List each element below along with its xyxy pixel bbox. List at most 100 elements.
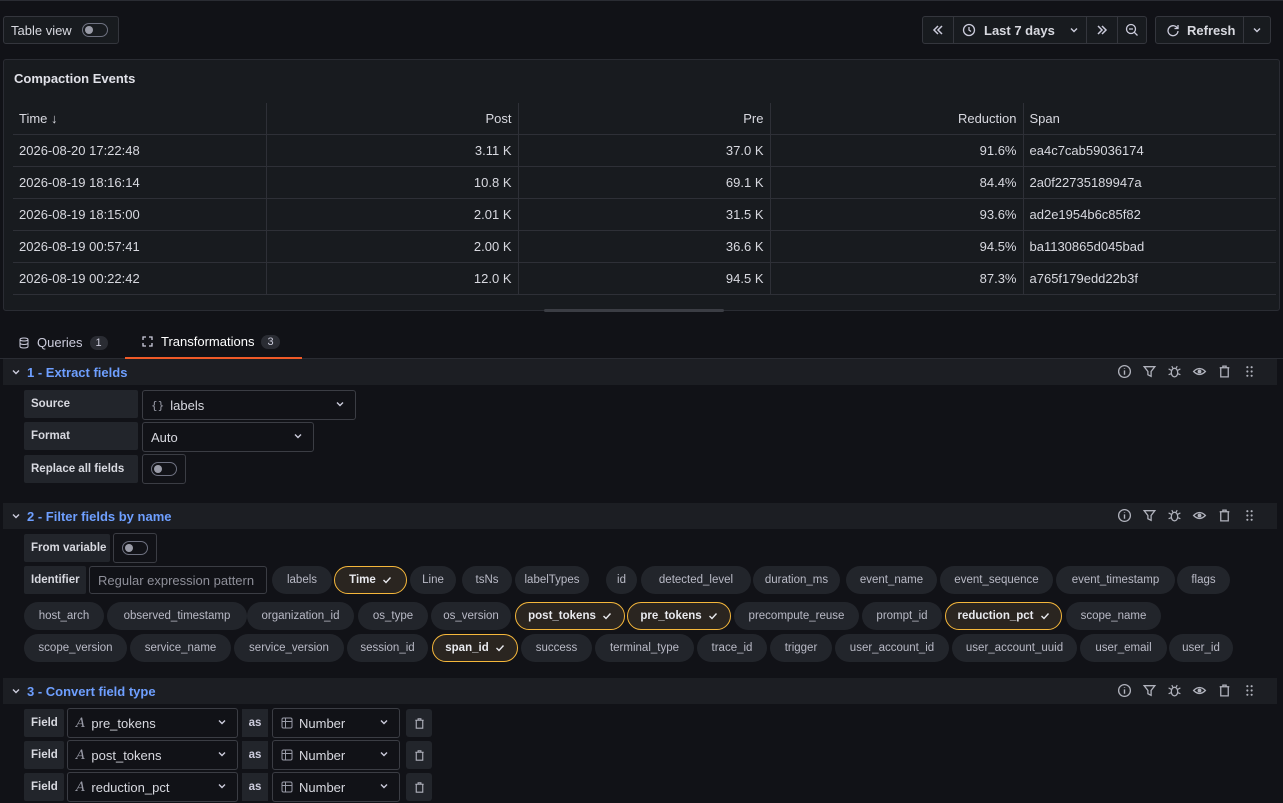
- time-back-button[interactable]: [922, 16, 954, 44]
- field-select[interactable]: Areduction_pct: [67, 772, 238, 802]
- collapse-chevron-icon[interactable]: [11, 511, 21, 521]
- bug-icon[interactable]: [1167, 364, 1182, 379]
- horizontal-scrollbar[interactable]: [544, 309, 724, 312]
- table-row[interactable]: 2026-08-19 00:22:42 12.0 K 94.5 K 87.3% a765…: [13, 262, 1276, 295]
- filter-icon[interactable]: [1142, 364, 1157, 379]
- trash-icon[interactable]: [1217, 364, 1232, 379]
- field-chip-observed-timestamp[interactable]: observed_timestamp: [107, 602, 247, 630]
- bug-icon[interactable]: [1167, 508, 1182, 523]
- table-row[interactable]: 2026-08-19 18:15:00 2.01 K 31.5 K 93.6% ad2e…: [13, 198, 1276, 231]
- eye-icon[interactable]: [1192, 508, 1207, 523]
- field-chip-scope-name[interactable]: scope_name: [1066, 602, 1161, 630]
- column-header-time[interactable]: Time ↓: [13, 103, 266, 135]
- zoom-out-button[interactable]: [1117, 16, 1147, 44]
- table-row[interactable]: 2026-08-20 17:22:48 3.11 K 37.0 K 91.6% ea4c…: [13, 134, 1276, 167]
- delete-row-button[interactable]: [406, 741, 432, 769]
- field-chip-user-email[interactable]: user_email: [1080, 634, 1167, 662]
- field-chip-user-account-id[interactable]: user_account_id: [835, 634, 949, 662]
- field-chip-os-version[interactable]: os_version: [431, 602, 511, 630]
- eye-icon[interactable]: [1192, 683, 1207, 698]
- time-range-picker[interactable]: Last 7 days: [953, 16, 1087, 44]
- refresh-button[interactable]: Refresh: [1155, 16, 1244, 44]
- refresh-interval-dropdown[interactable]: [1243, 16, 1271, 44]
- transform-1-header[interactable]: 1 - Extract fields: [3, 359, 1277, 385]
- tab-transformations[interactable]: Transformations 3: [125, 326, 302, 359]
- field-chip-host-arch[interactable]: host_arch: [24, 602, 104, 630]
- info-icon[interactable]: [1117, 508, 1132, 523]
- field-chip-success[interactable]: success: [521, 634, 592, 662]
- eye-icon[interactable]: [1192, 364, 1207, 379]
- field-chip-event-name[interactable]: event_name: [846, 566, 937, 594]
- info-icon[interactable]: [1117, 364, 1132, 379]
- string-field-icon: A: [76, 779, 86, 795]
- field-chip-line[interactable]: Line: [410, 566, 456, 594]
- source-select[interactable]: {} labels: [142, 390, 356, 420]
- zoom-out-icon: [1125, 23, 1138, 36]
- column-header-span[interactable]: Span: [1022, 103, 1276, 135]
- field-chip-os-type[interactable]: os_type: [358, 602, 428, 630]
- field-chip-scope-version[interactable]: scope_version: [24, 634, 127, 662]
- field-chip-organization-id[interactable]: organization_id: [247, 602, 354, 630]
- delete-row-button[interactable]: [406, 709, 432, 737]
- transform-2-header[interactable]: 2 - Filter fields by name: [3, 503, 1277, 529]
- time-forward-button[interactable]: [1086, 16, 1118, 44]
- field-chip-service-version[interactable]: service_version: [234, 634, 344, 662]
- field-chip-reduction-pct[interactable]: reduction_pct: [945, 602, 1062, 630]
- field-chip-post-tokens[interactable]: post_tokens: [515, 602, 625, 630]
- field-chip-terminal-type[interactable]: terminal_type: [595, 634, 694, 662]
- field-select[interactable]: Apre_tokens: [67, 708, 238, 738]
- field-chip-event-sequence[interactable]: event_sequence: [940, 566, 1053, 594]
- type-select[interactable]: Number: [272, 740, 400, 770]
- type-select[interactable]: Number: [272, 708, 400, 738]
- regex-pattern-input[interactable]: Regular expression pattern: [89, 566, 267, 594]
- filter-icon[interactable]: [1142, 508, 1157, 523]
- trash-icon[interactable]: [1217, 683, 1232, 698]
- field-chip-detected-level[interactable]: detected_level: [641, 566, 751, 594]
- field-chip-span-id[interactable]: span_id: [432, 634, 518, 662]
- field-chip-tsns[interactable]: tsNs: [462, 566, 512, 594]
- field-chip-pre-tokens[interactable]: pre_tokens: [627, 602, 731, 630]
- tab-queries[interactable]: Queries 1: [18, 326, 108, 359]
- from-variable-toggle[interactable]: [113, 533, 157, 563]
- table-row[interactable]: 2026-08-19 18:16:14 10.8 K 69.1 K 84.4% 2a0f…: [13, 166, 1276, 199]
- toggle-switch[interactable]: [122, 541, 148, 555]
- field-chip-id[interactable]: id: [606, 566, 637, 594]
- collapse-chevron-icon[interactable]: [11, 686, 21, 696]
- replace-all-fields-toggle[interactable]: [142, 454, 186, 484]
- table-view-switch[interactable]: [81, 23, 108, 37]
- delete-row-button[interactable]: [406, 773, 432, 801]
- field-chip-duration-ms[interactable]: duration_ms: [753, 566, 840, 594]
- transform-3-header[interactable]: 3 - Convert field type: [3, 678, 1277, 704]
- bug-icon[interactable]: [1167, 683, 1182, 698]
- filter-icon[interactable]: [1142, 683, 1157, 698]
- field-chip-labels[interactable]: labels: [272, 566, 332, 594]
- toggle-switch[interactable]: [151, 462, 177, 476]
- table-row[interactable]: 2026-08-19 00:57:41 2.00 K 36.6 K 94.5% ba11…: [13, 230, 1276, 263]
- format-select[interactable]: Auto: [142, 422, 314, 452]
- field-chip-user-id[interactable]: user_id: [1169, 634, 1233, 662]
- field-chip-prompt-id[interactable]: prompt_id: [862, 602, 942, 630]
- field-chip-user-account-uuid[interactable]: user_account_uuid: [952, 634, 1077, 662]
- collapse-chevron-icon[interactable]: [11, 367, 21, 377]
- type-select[interactable]: Number: [272, 772, 400, 802]
- field-chip-session-id[interactable]: session_id: [347, 634, 428, 662]
- drag-handle-icon[interactable]: [1242, 508, 1257, 523]
- table-view-label: Table view: [11, 22, 72, 38]
- field-chip-trace-id[interactable]: trace_id: [697, 634, 767, 662]
- info-icon[interactable]: [1117, 683, 1132, 698]
- column-header-post[interactable]: Post: [265, 103, 518, 135]
- field-chip-labeltypes[interactable]: labelTypes: [515, 566, 589, 594]
- field-chip-event-timestamp[interactable]: event_timestamp: [1056, 566, 1175, 594]
- drag-handle-icon[interactable]: [1242, 683, 1257, 698]
- field-select[interactable]: Apost_tokens: [67, 740, 238, 770]
- drag-handle-icon[interactable]: [1242, 364, 1257, 379]
- table-view-toggle[interactable]: Table view: [3, 16, 119, 44]
- field-chip-precompute-reuse[interactable]: precompute_reuse: [734, 602, 859, 630]
- field-chip-trigger[interactable]: trigger: [770, 634, 832, 662]
- field-chip-flags[interactable]: flags: [1177, 566, 1230, 594]
- column-header-reduction[interactable]: Reduction: [769, 103, 1023, 135]
- column-header-pre[interactable]: Pre: [517, 103, 770, 135]
- field-chip-time[interactable]: Time: [334, 566, 407, 594]
- field-chip-service-name[interactable]: service_name: [130, 634, 231, 662]
- trash-icon[interactable]: [1217, 508, 1232, 523]
